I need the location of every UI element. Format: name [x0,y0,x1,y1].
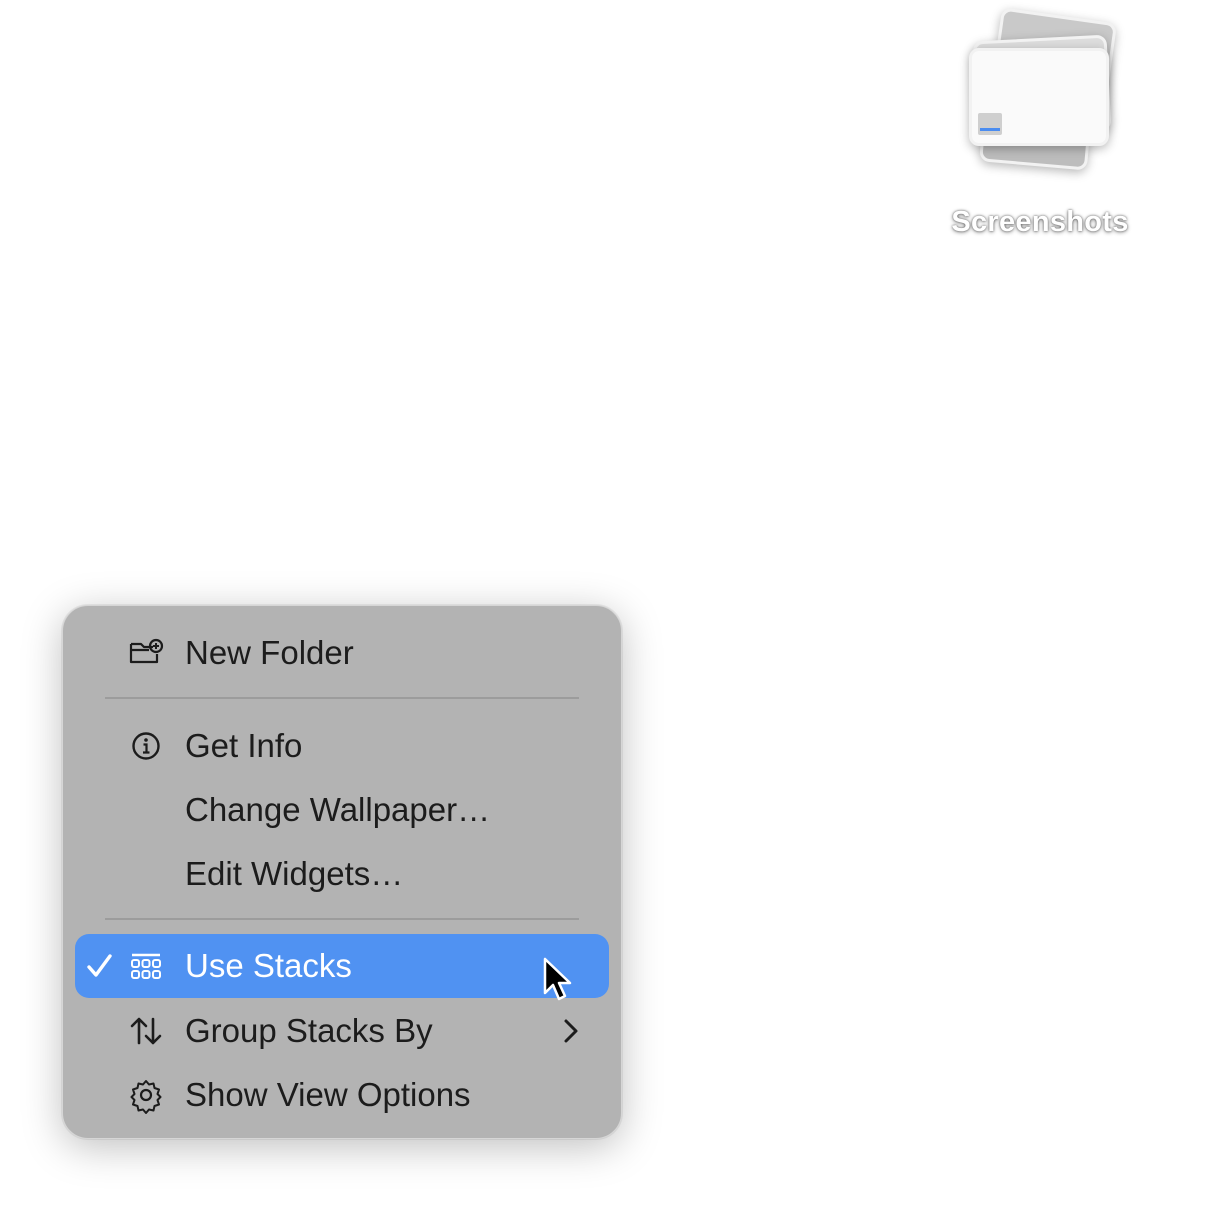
screenshots-stack[interactable]: Screenshots [935,7,1145,250]
sort-arrows-icon [130,1017,162,1045]
menu-item-label: Change Wallpaper… [185,791,491,828]
menu-item-label: Get Info [185,727,303,764]
menu-item-label: Edit Widgets… [185,855,404,892]
checkmark-icon [87,954,112,977]
thumbnail-preview [978,113,1002,135]
menu-item-change-wallpaper[interactable]: Change Wallpaper… [75,778,609,842]
menu-item-edit-widgets[interactable]: Edit Widgets… [75,842,609,906]
menu-item-label: Show View Options [185,1076,471,1113]
context-menu: New Folder Get Info Change Wallpaper… Ed… [62,605,622,1139]
desktop[interactable]: Screenshots New Folder Get Info Change W… [0,0,1216,1211]
menu-item-use-stacks[interactable]: Use Stacks [75,934,609,998]
menu-item-new-folder[interactable]: New Folder [75,621,609,685]
gear-icon [130,1080,162,1114]
info-icon [132,732,160,760]
chevron-right-icon [564,1019,578,1043]
menu-item-label: New Folder [185,634,354,671]
menu-item-show-view-options[interactable]: Show View Options [75,1063,609,1127]
menu-item-label: Group Stacks By [185,1012,433,1049]
menu-item-label: Use Stacks [185,947,352,984]
stacks-icon [131,953,161,979]
menu-item-group-stacks-by[interactable]: Group Stacks By [75,999,609,1063]
stack-label[interactable]: Screenshots [935,206,1145,239]
stack-icon [969,48,1109,146]
menu-item-get-info[interactable]: Get Info [75,714,609,778]
menu-separator [105,697,579,699]
new-folder-icon [129,638,164,664]
arrow-pointer-icon [543,957,572,1001]
menu-separator [105,918,579,920]
